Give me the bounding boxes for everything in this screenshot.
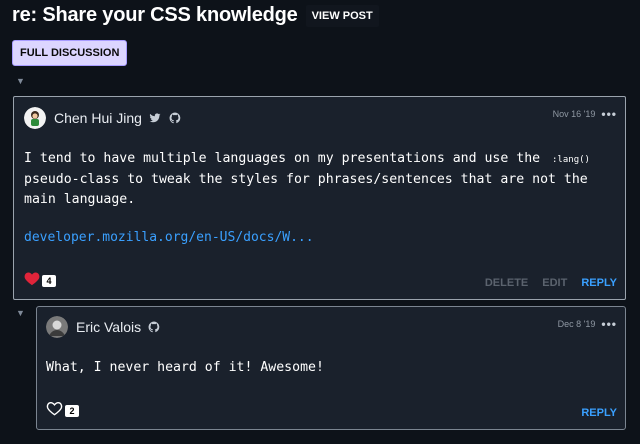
reaction-area: 2 (46, 401, 79, 421)
full-discussion-button[interactable]: FULL DISCUSSION (12, 40, 128, 66)
comment-author[interactable]: Eric Valois (76, 319, 141, 335)
comment-actions: REPLY (581, 407, 617, 419)
collapse-reply-toggle-icon[interactable]: ▼ (16, 308, 25, 318)
delete-button[interactable]: DELETE (485, 277, 528, 289)
comment-body: I tend to have multiple languages on my … (24, 149, 614, 210)
twitter-icon[interactable] (148, 111, 162, 125)
comment-body-line: main language. (24, 192, 136, 207)
collapse-thread-toggle-icon[interactable]: ▼ (16, 76, 25, 86)
comment-date[interactable]: Dec 8 '19 (558, 319, 596, 329)
header: re: Share your CSS knowledge VIEW POST (12, 4, 379, 27)
comment-body: What, I never heard of it! Awesome! (46, 360, 324, 375)
avatar[interactable] (24, 107, 46, 129)
comment-date[interactable]: Nov 16 '19 (553, 109, 596, 119)
discussion-page: re: Share your CSS knowledge VIEW POST F… (0, 0, 640, 444)
heart-filled-icon[interactable] (24, 271, 40, 291)
reaction-area: 4 (24, 271, 56, 291)
comment-body-line: pseudo-class to tweak the styles for phr… (24, 172, 588, 187)
github-icon[interactable] (147, 320, 161, 334)
comment-meta: Nov 16 '19 ••• (553, 107, 617, 121)
comment-author[interactable]: Chen Hui Jing (54, 110, 142, 126)
more-options-icon[interactable]: ••• (601, 317, 617, 331)
comment-meta: Dec 8 '19 ••• (558, 317, 617, 331)
inline-code: :lang() (552, 155, 590, 165)
avatar[interactable] (46, 316, 68, 338)
reply-button[interactable]: REPLY (581, 407, 617, 419)
heart-outline-icon[interactable] (46, 401, 63, 421)
comment-author-row: Chen Hui Jing (24, 107, 182, 129)
github-icon[interactable] (168, 111, 182, 125)
comment-actions: DELETE EDIT REPLY (485, 277, 617, 289)
comment-card: Chen Hui Jing Nov 16 '19 ••• I tend to h… (13, 96, 626, 300)
reaction-count: 4 (42, 275, 56, 287)
view-post-button[interactable]: VIEW POST (305, 4, 379, 27)
mdn-link[interactable]: developer.mozilla.org/en-US/docs/W... (24, 230, 314, 245)
more-options-icon[interactable]: ••• (601, 107, 617, 121)
comment-author-row: Eric Valois (46, 316, 161, 338)
reaction-count: 2 (65, 405, 79, 417)
reply-comment-card: Eric Valois Dec 8 '19 ••• What, I never … (36, 306, 626, 430)
reply-button[interactable]: REPLY (581, 277, 617, 289)
comment-body-line: I tend to have multiple languages on my … (24, 151, 549, 166)
page-title: re: Share your CSS knowledge (12, 4, 298, 26)
edit-button[interactable]: EDIT (542, 277, 567, 289)
